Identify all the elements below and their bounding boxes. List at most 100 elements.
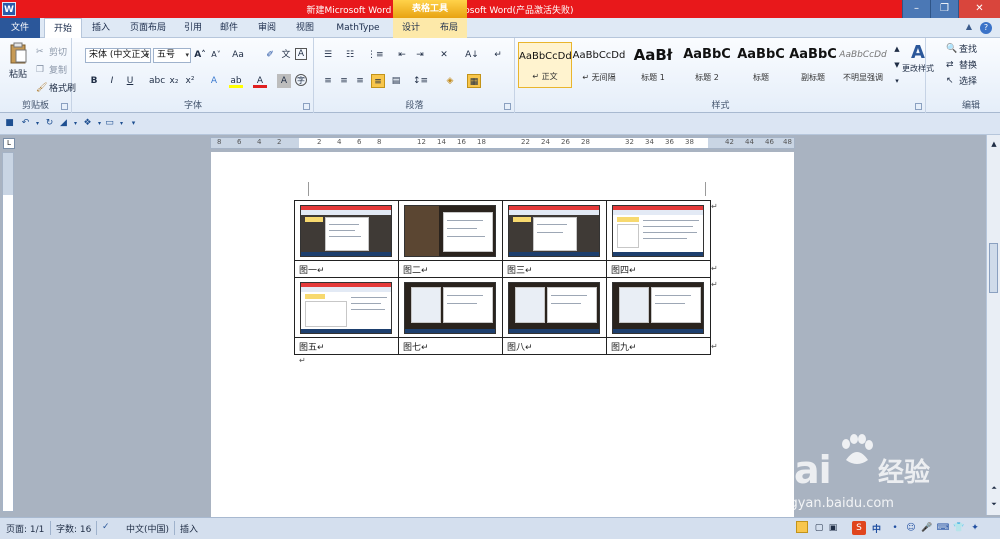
font-name-combo[interactable]: 宋体 (中文正文 ▾ [85, 48, 151, 63]
tab-selector-icon[interactable]: L [3, 138, 15, 149]
decrease-indent-icon[interactable]: ⇤ [395, 48, 409, 62]
customize-qat-icon[interactable]: ▾ [128, 118, 139, 129]
italic-button[interactable]: I [105, 74, 119, 88]
print-layout-view-icon[interactable] [796, 521, 808, 533]
clear-format-icon[interactable]: ✐ [263, 48, 277, 62]
ime-language[interactable]: 中 [872, 522, 881, 535]
tab-file[interactable]: 文件 [0, 18, 40, 38]
style-title[interactable]: AaBbC 标题 [734, 42, 788, 88]
screenshot-thumbnail[interactable] [404, 204, 496, 257]
prev-page-icon[interactable]: ⏶ [987, 481, 1000, 495]
document-page[interactable]: 图一↵ 图二↵ 图三↵ 图四↵ 图五↵ 图七↵ 图八↵ 图九↵ ↵ ↵ ↵ ↵ … [211, 152, 794, 517]
table-cell[interactable] [398, 277, 503, 338]
tab-references[interactable]: 引用 [178, 18, 208, 38]
screenshot-thumbnail[interactable] [300, 204, 392, 257]
table-cell[interactable] [606, 277, 711, 338]
justify-icon[interactable]: ≡ [371, 74, 385, 88]
borders-icon[interactable]: ▦ [467, 74, 481, 88]
caption-cell[interactable]: 图二↵ [398, 260, 503, 278]
redo-icon[interactable]: ↻ [44, 118, 55, 129]
strikethrough-button[interactable]: abc [149, 74, 165, 88]
tab-home[interactable]: 开始 [44, 18, 82, 38]
punctuation-icon[interactable]: • [888, 521, 902, 535]
change-case-button[interactable]: Aa [231, 48, 245, 62]
caption-cell[interactable]: 图一↵ [294, 260, 399, 278]
caption-cell[interactable]: 图五↵ [294, 337, 399, 355]
collapse-ribbon-icon[interactable]: ▲ [966, 22, 972, 31]
replace-button[interactable]: ⇄ 替换 [946, 58, 977, 71]
screenshot-dropdown-icon[interactable]: ▾ [116, 118, 127, 129]
word-count[interactable]: 字数: 16 [56, 522, 91, 535]
vertical-scrollbar[interactable]: ▲ ⏶ ⏷ [986, 135, 1000, 515]
copy-button[interactable]: ❐ 复制 [36, 63, 67, 76]
help-icon[interactable]: ? [980, 22, 992, 34]
screenshot-thumbnail[interactable] [404, 281, 496, 334]
show-marks-icon[interactable]: ↵ [491, 48, 505, 62]
tab-view[interactable]: 视图 [290, 18, 320, 38]
screenshot-thumbnail[interactable] [612, 204, 704, 257]
asian-layout-icon[interactable]: ✕ [437, 48, 451, 62]
screenshot-thumbnail[interactable] [508, 281, 600, 334]
style-heading-1[interactable]: AaBł 标题 1 [626, 42, 680, 88]
screenshot-thumbnail[interactable] [612, 281, 704, 334]
cut-button[interactable]: ✂ 剪切 [36, 45, 67, 58]
line-spacing-icon[interactable]: ↕≡ [413, 74, 428, 88]
char-shading-icon[interactable]: A [277, 74, 291, 88]
paragraph-launcher[interactable] [504, 103, 511, 110]
style-normal[interactable]: AaBbCcDd ↵ 正文 [518, 42, 572, 88]
insert-mode-indicator[interactable]: 插入 [180, 522, 198, 535]
screenshot-icon[interactable]: ▭ [104, 118, 115, 129]
scrollbar-thumb[interactable] [989, 243, 998, 293]
table-cell[interactable] [502, 277, 607, 338]
scroll-up-icon[interactable]: ▲ [987, 137, 1000, 151]
tab-page-layout[interactable]: 页面布局 [122, 18, 174, 38]
styles-launcher[interactable] [915, 103, 922, 110]
underline-button[interactable]: U [123, 74, 137, 88]
undo-dropdown-icon[interactable]: ▾ [32, 118, 43, 129]
image-table[interactable]: 图一↵ 图二↵ 图三↵ 图四↵ 图五↵ 图七↵ 图八↵ 图九↵ [294, 200, 711, 355]
sogou-ime-icon[interactable]: S [852, 521, 866, 535]
caption-cell[interactable]: 图四↵ [606, 260, 711, 278]
chart-dropdown-icon[interactable]: ▾ [70, 118, 81, 129]
table-cell[interactable] [398, 200, 503, 261]
superscript-button[interactable]: x² [183, 74, 197, 88]
numbering-icon[interactable]: ☷ [343, 48, 357, 62]
align-center-icon[interactable]: ≡ [337, 74, 351, 88]
screenshot-thumbnail[interactable] [508, 204, 600, 257]
shapes-icon[interactable]: ❖ [82, 118, 93, 129]
change-styles-button[interactable]: A 更改样式 [896, 42, 940, 74]
table-cell[interactable] [294, 200, 399, 261]
clipboard-launcher[interactable] [61, 103, 68, 110]
style-subtitle[interactable]: AaBbC 副标题 [786, 42, 840, 88]
chart-icon[interactable]: ◢ [58, 118, 69, 129]
save-icon[interactable]: ■ [4, 118, 15, 129]
increase-indent-icon[interactable]: ⇥ [413, 48, 427, 62]
text-effects-icon[interactable]: A [207, 74, 221, 88]
phonetic-guide-icon[interactable]: 文 [279, 48, 293, 62]
caption-cell[interactable]: 图三↵ [502, 260, 607, 278]
font-color-icon[interactable]: A [253, 74, 267, 88]
table-cell[interactable] [502, 200, 607, 261]
select-button[interactable]: ↖ 选择 [946, 74, 977, 87]
bold-button[interactable]: B [87, 74, 101, 88]
char-border-icon[interactable]: A [295, 48, 307, 60]
caption-cell[interactable]: 图七↵ [398, 337, 503, 355]
distributed-icon[interactable]: ▤ [389, 74, 403, 88]
find-button[interactable]: 🔍 查找 [946, 42, 977, 55]
emoji-icon[interactable]: ☺ [904, 521, 918, 535]
align-left-icon[interactable]: ≡ [321, 74, 335, 88]
align-right-icon[interactable]: ≡ [353, 74, 367, 88]
tab-layout[interactable]: 布局 [434, 18, 464, 38]
minimize-button[interactable]: – [902, 0, 930, 18]
horizontal-ruler[interactable]: 8 6 4 2 2 4 6 8 12 14 16 18 22 24 26 28 … [210, 137, 795, 149]
paste-button[interactable]: 粘贴 [6, 42, 30, 88]
maximize-button[interactable]: ❐ [930, 0, 958, 18]
next-page-icon[interactable]: ⏷ [987, 497, 1000, 511]
screenshot-thumbnail[interactable] [300, 281, 392, 334]
font-size-combo[interactable]: 五号 ▾ [153, 48, 191, 63]
language-indicator[interactable]: 中文(中国) [126, 522, 169, 535]
page-count[interactable]: 页面: 1/1 [6, 522, 44, 535]
microphone-icon[interactable]: 🎤 [920, 521, 934, 535]
undo-icon[interactable]: ↶ [20, 118, 31, 129]
skin-icon[interactable]: 👕 [952, 521, 966, 535]
